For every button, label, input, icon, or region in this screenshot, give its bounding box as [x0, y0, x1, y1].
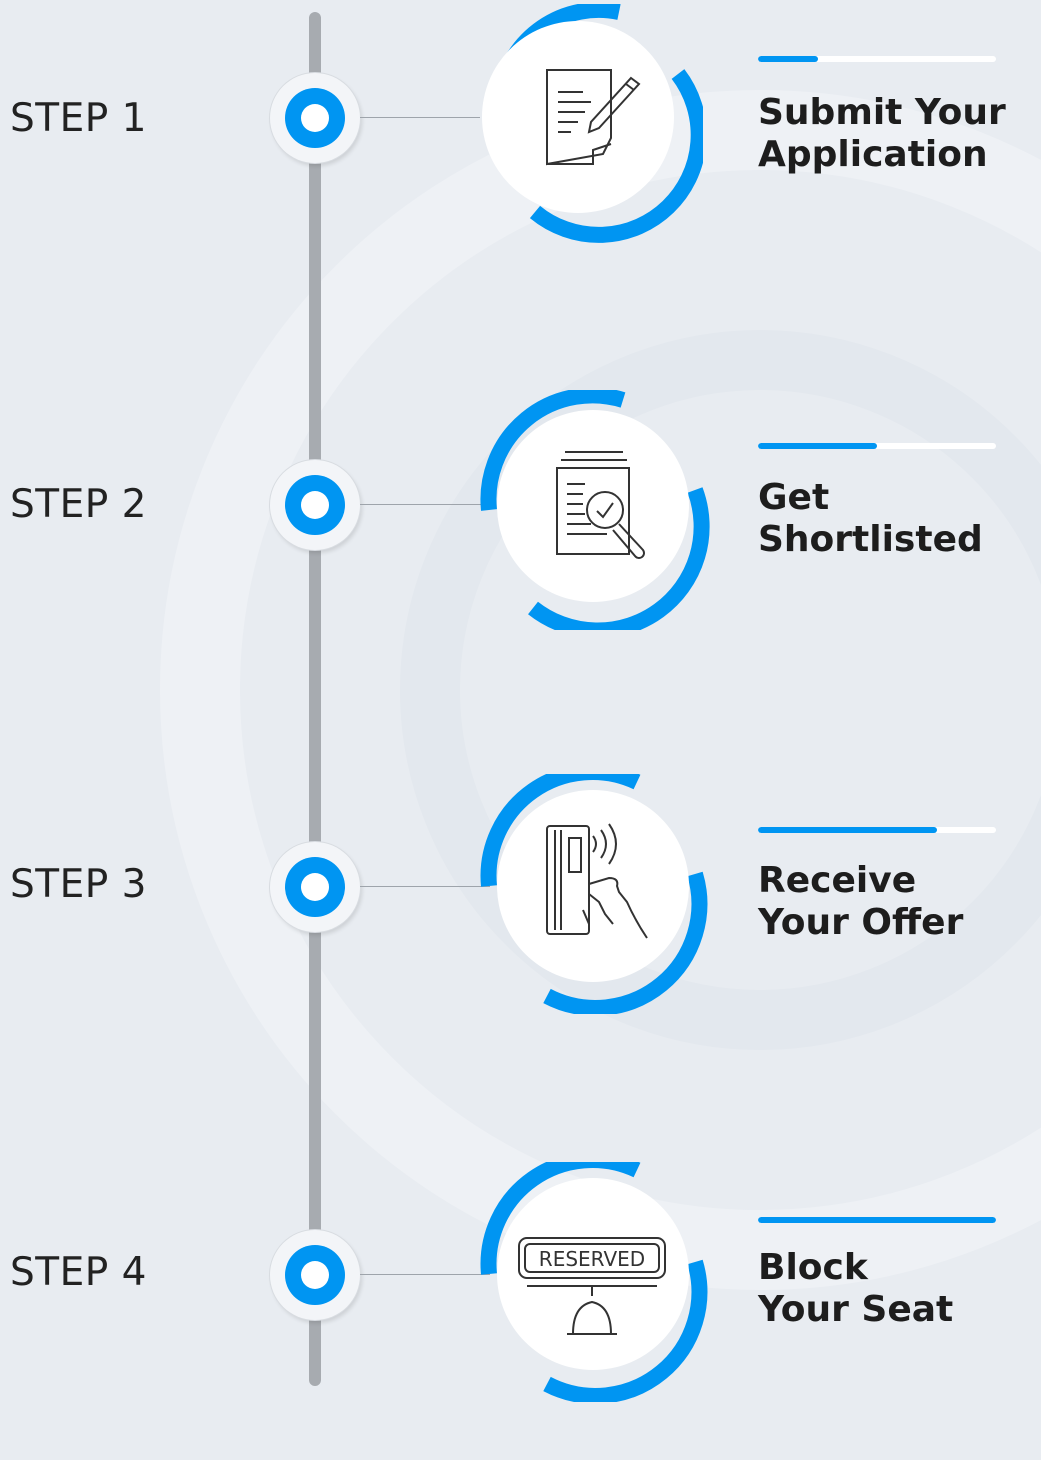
step-4: STEP 4 RESERVED Block Your Seat [0, 1160, 1041, 1460]
icon-disc [473, 774, 713, 1014]
step-2: STEP 2 Get Shortlisted [0, 388, 1041, 688]
step-title: Submit Your Application [758, 92, 1006, 175]
icon-disc [463, 4, 703, 244]
progress-bar [758, 1217, 996, 1223]
timeline-node [270, 460, 360, 550]
connector-line [360, 1274, 490, 1275]
timeline-node [270, 1230, 360, 1320]
reserved-sign-text: RESERVED [539, 1247, 645, 1271]
step-title: Get Shortlisted [758, 477, 983, 560]
progress-bar [758, 56, 996, 62]
connector-line [360, 504, 490, 505]
timeline-node [270, 73, 360, 163]
step-1: STEP 1 Submit Your Application [0, 0, 1041, 300]
icon-disc [473, 390, 713, 630]
icon-disc: RESERVED [473, 1162, 713, 1402]
timeline-node [270, 842, 360, 932]
step-3: STEP 3 Receive Your Offer [0, 772, 1041, 1072]
step-title: Block Your Seat [758, 1247, 954, 1330]
step-label: STEP 1 [10, 96, 147, 141]
step-label: STEP 3 [10, 862, 147, 907]
step-label: STEP 4 [10, 1250, 147, 1295]
step-title: Receive Your Offer [758, 860, 964, 943]
step-label: STEP 2 [10, 482, 147, 527]
connector-line [360, 117, 480, 118]
progress-bar [758, 443, 996, 449]
connector-line [360, 886, 490, 887]
progress-bar [758, 827, 996, 833]
